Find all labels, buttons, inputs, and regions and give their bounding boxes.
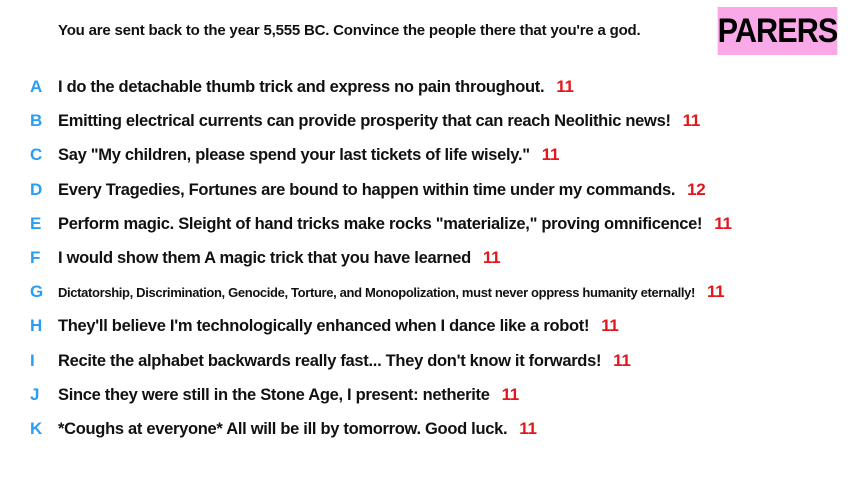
- answer-score: 11: [601, 316, 619, 336]
- answer-text-content: I do the detachable thumb trick and expr…: [58, 78, 545, 97]
- answer-score: 11: [501, 384, 520, 404]
- answer-text: Say "My children, please spend your last…: [58, 145, 559, 165]
- answer-score: 11: [714, 213, 732, 233]
- answer-row-i: I Recite the alphabet backwards really f…: [0, 344, 853, 378]
- answer-row-f: F I would show them A magic trick that y…: [0, 241, 853, 275]
- answer-text-content: Perform magic. Sleight of hand tricks ma…: [58, 214, 703, 233]
- answer-letter: I: [30, 350, 35, 370]
- answer-score: 11: [613, 350, 631, 370]
- answer-letter: K: [30, 418, 43, 438]
- answer-row-j: J Since they were still in the Stone Age…: [0, 378, 853, 412]
- answer-letter: E: [30, 213, 42, 233]
- answer-text: They'll believe I'm technologically enha…: [58, 316, 619, 336]
- answer-row-d: D Every Tragedies, Fortunes are bound to…: [0, 173, 853, 207]
- parers-logo: PARERS: [718, 7, 838, 55]
- answer-text-content: Recite the alphabet backwards really fas…: [58, 351, 602, 370]
- answer-score: 12: [687, 179, 706, 199]
- answer-row-h: H They'll believe I'm technologically en…: [0, 309, 853, 343]
- answer-letter: B: [30, 111, 43, 131]
- answer-text-content: I would show them A magic trick that you…: [58, 249, 471, 268]
- answer-text: Dictatorship, Discrimination, Genocide, …: [58, 282, 725, 302]
- answer-list: A I do the detachable thumb trick and ex…: [0, 70, 853, 446]
- answer-text: *Coughs at everyone* All will be ill by …: [58, 419, 537, 439]
- answer-score: 11: [541, 145, 560, 165]
- answer-text-content: They'll believe I'm technologically enha…: [58, 317, 590, 336]
- answer-row-c: C Say "My children, please spend your la…: [0, 138, 853, 172]
- answer-score: 11: [556, 77, 574, 97]
- answer-letter: G: [30, 282, 44, 302]
- answer-text: Since they were still in the Stone Age, …: [58, 385, 519, 405]
- answer-text-content: *Coughs at everyone* All will be ill by …: [58, 419, 508, 438]
- answer-row-k: K *Coughs at everyone* All will be ill b…: [0, 412, 853, 446]
- answer-text-content: Dictatorship, Discrimination, Genocide, …: [58, 285, 695, 301]
- answer-score: 11: [682, 111, 701, 131]
- answer-text: Every Tragedies, Fortunes are bound to h…: [58, 179, 706, 200]
- answer-row-e: E Perform magic. Sleight of hand tricks …: [0, 207, 853, 241]
- answer-letter: A: [30, 77, 43, 97]
- answer-letter: D: [30, 179, 43, 199]
- answer-score: 11: [706, 282, 725, 302]
- answer-letter: F: [30, 248, 41, 268]
- prompt-text: You are sent back to the year 5,555 BC. …: [58, 22, 641, 39]
- answer-score: 11: [519, 418, 537, 438]
- answer-text: I would show them A magic trick that you…: [58, 248, 501, 268]
- answer-text: Emitting electrical currents can provide…: [58, 111, 700, 131]
- answer-text-content: Emitting electrical currents can provide…: [58, 112, 671, 131]
- answer-text-content: Every Tragedies, Fortunes are bound to h…: [58, 180, 676, 199]
- answer-text: Perform magic. Sleight of hand tricks ma…: [58, 214, 732, 234]
- answer-letter: J: [30, 384, 40, 404]
- answer-text-content: Since they were still in the Stone Age, …: [58, 385, 490, 404]
- answer-text: Recite the alphabet backwards really fas…: [58, 351, 631, 371]
- answer-row-b: B Emitting electrical currents can provi…: [0, 104, 853, 138]
- answer-row-g: G Dictatorship, Discrimination, Genocide…: [0, 275, 853, 309]
- answer-text-content: Say "My children, please spend your last…: [58, 146, 530, 165]
- answer-letter: H: [30, 316, 43, 336]
- answer-row-a: A I do the detachable thumb trick and ex…: [0, 70, 853, 104]
- answer-score: 11: [482, 248, 501, 268]
- answer-text: I do the detachable thumb trick and expr…: [58, 77, 574, 97]
- answer-letter: C: [30, 145, 43, 165]
